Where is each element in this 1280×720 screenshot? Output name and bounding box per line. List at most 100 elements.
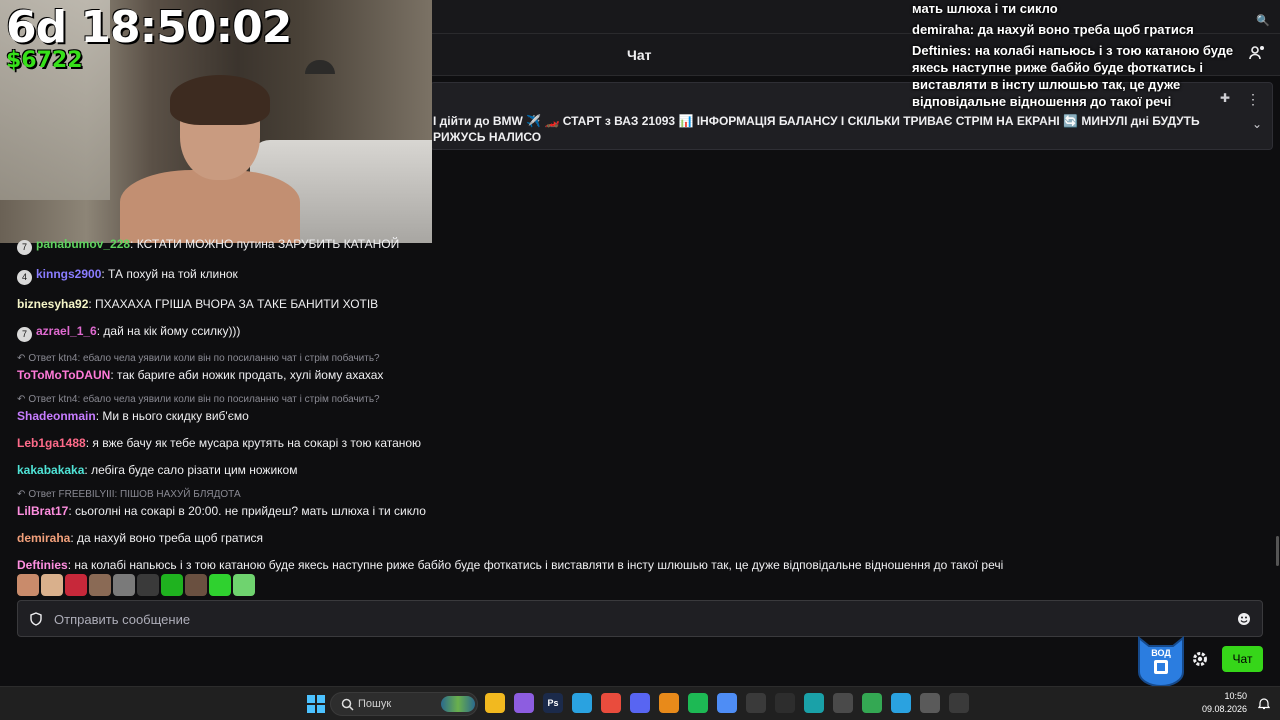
mascot-icon[interactable]: ВОД [1135,632,1187,688]
windows-start-icon[interactable] [307,695,325,713]
reply-arrow-icon: ↶ [17,353,26,364]
emote-icon[interactable] [17,574,39,596]
chrome-profile-icon[interactable] [717,693,737,713]
overlay-line: мать шлюха і ти сикло [912,1,1058,16]
chat-scrollbar[interactable] [1276,536,1279,566]
stream-money: $6722 [6,48,83,73]
emote-bar [17,574,255,596]
more-options-icon[interactable]: ⋮ [1246,91,1260,108]
message-text: КСТАТИ МОЖНО путина ЗАРУБИТЬ КАТАНОЙ [136,237,400,251]
chat-username[interactable]: kinngs2900 [36,267,101,281]
emote-icon[interactable] [209,574,231,596]
stream-timer: 6d 18:50:02 [6,2,292,53]
settings-gear-icon[interactable] [1191,650,1209,668]
chat-username[interactable]: LilBrat17 [17,504,68,518]
chat-message: ToToMoToDAUN: так бариге аби ножик прода… [17,367,1257,383]
chat-messages: 7 panabumov_228: КСТАТИ МОЖНО путина ЗАРУ… [17,236,1257,584]
emote-icon[interactable] [185,574,207,596]
telegram-icon[interactable] [572,693,592,713]
obs-icon[interactable] [746,693,766,713]
reply-arrow-icon: ↶ [17,394,26,405]
capcut-icon[interactable] [775,693,795,713]
chat-message: Shadeonmain: Ми в нього скидку виб'ємо [17,408,1257,424]
clock-time: 10:50 [1224,691,1247,701]
taskbar-search[interactable]: Пошук [330,692,478,716]
overlay-line: Deftinies: на колабі напьюсь і з тою кат… [912,43,1234,109]
users-icon[interactable] [1248,44,1266,62]
search-icon [341,698,354,711]
send-chat-button[interactable]: Чат [1222,646,1263,672]
file-explorer-icon[interactable] [485,693,505,713]
clock-date: 09.08.2026 [1201,704,1247,714]
chat-message: Leb1ga1488: я вже бачу як тебе мусара кр… [17,435,1257,451]
search-label: Пошук [358,698,392,710]
screen: 🔍 Чат І дійти до BMW ✈️ 🏎️ СТАРТ з ВАЗ 2… [0,0,1280,720]
photoshop-icon[interactable]: Ps [543,693,563,713]
message-text: на колабі напьюсь і з тою катаною буде я… [74,558,1004,572]
media-player-icon[interactable] [949,693,969,713]
chat-username[interactable]: demiraha [17,531,70,545]
emote-icon[interactable] [41,574,63,596]
chat-message: biznesyha92: ПХАХАХА ГРІША ВЧОРА ЗА ТАКЕ… [17,296,1257,312]
message-input-box[interactable] [17,600,1263,637]
twitch-icon[interactable] [514,693,534,713]
chevron-down-icon[interactable]: ⌄ [1252,117,1262,131]
emote-icon[interactable] [233,574,255,596]
chat-message: 7 azrael_1_6: дай на кік йому ссилку))) [17,323,1257,342]
message-text: сьоголні на сокарі в 20:00. не прийдеш? … [75,504,426,518]
cam-person-body [120,170,300,243]
chat-username[interactable]: panabumov_228 [36,237,130,251]
chat-message: 4 kinngs2900: ТА похуй на той клинок [17,266,1257,285]
telegram-alt-icon[interactable] [891,693,911,713]
message-text: Ми в нього скидку виб'ємо [102,409,249,423]
subscriber-badge[interactable]: 7 [17,240,32,255]
chat-message: Deftinies: на колабі напьюсь і з тою кат… [17,557,1257,573]
spotify-icon[interactable] [688,693,708,713]
chat-username[interactable]: Deftinies [17,558,68,572]
emote-icon[interactable] [89,574,111,596]
emote-icon[interactable] [161,574,183,596]
chat-username[interactable]: Leb1ga1488 [17,436,86,450]
webcam-video[interactable]: 6d 18:50:02 $6722 [0,0,432,243]
chat-title: Чат [627,47,652,63]
mascot-label: ВОД [1151,648,1171,658]
edge-icon[interactable] [804,693,824,713]
chat-username[interactable]: azrael_1_6 [36,324,97,338]
chat-username[interactable]: ToToMoToDAUN [17,368,110,382]
cam-lamp [305,60,335,74]
zoom-icon[interactable]: 🔍 [1256,14,1270,27]
terminal-icon[interactable] [833,693,853,713]
discord-icon[interactable] [630,693,650,713]
message-text: лебіга буде сало різати цим ножиком [91,463,298,477]
windows-taskbar: Пошук Ps 10:50 09.08.2026 [0,686,1280,720]
shield-icon [30,612,42,626]
emoji-icon[interactable] [1237,612,1251,626]
message-text: да нахуй воно треба щоб гратися [77,531,264,545]
subscriber-badge[interactable]: 7 [17,327,32,342]
message-text: я вже бачу як тебе мусара крутять на сок… [92,436,422,450]
message-input[interactable] [54,609,1224,629]
fl-studio-icon[interactable] [659,693,679,713]
message-text: ТА похуй на той клинок [108,267,238,281]
chrome-icon[interactable] [601,693,621,713]
reply-context[interactable]: ↶ Ответ ktn4: ебало чела уявили коли він … [17,394,1257,406]
subscriber-badge[interactable]: 4 [17,270,32,285]
chat-username[interactable]: kakabakaka [17,463,84,477]
taskbar-apps: Ps [485,693,969,713]
chrome-alt-icon[interactable] [862,693,882,713]
reply-context[interactable]: ↶ Ответ ktn4: ебало чела уявили коли він … [17,353,1257,365]
username-separator: : [110,368,117,382]
reply-text: Ответ ktn4: ебало чела уявили коли він п… [28,394,380,405]
chat-username[interactable]: Shadeonmain [17,409,96,423]
message-text: дай на кік йому ссилку))) [103,324,241,338]
emote-icon[interactable] [65,574,87,596]
emote-icon[interactable] [113,574,135,596]
calculator-icon[interactable] [920,693,940,713]
notification-bell-icon[interactable] [1258,697,1270,710]
emote-icon[interactable] [137,574,159,596]
taskbar-clock[interactable]: 10:50 09.08.2026 [1202,690,1247,716]
username-separator: : [130,237,137,251]
reply-context[interactable]: ↶ Ответ FREEBILYIII: ПІШОВ НАХУЙ БЛЯДОТА [17,489,1257,501]
chat-username[interactable]: biznesyha92 [17,297,88,311]
overlay-line: demiraha: да нахуй воно треба щоб гратис… [912,22,1194,37]
